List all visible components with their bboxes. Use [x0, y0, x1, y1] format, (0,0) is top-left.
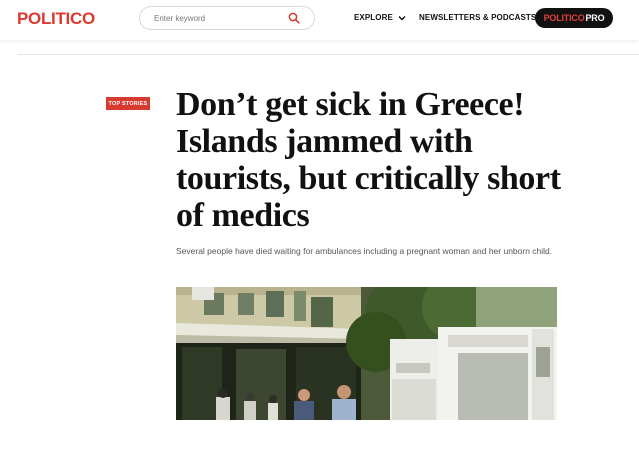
search-box[interactable] — [139, 6, 315, 30]
header-divider — [18, 54, 639, 55]
nav-explore-label: EXPLORE — [354, 13, 393, 22]
chevron-down-icon — [398, 15, 406, 20]
politico-logo[interactable]: POLITICO — [17, 9, 95, 29]
page: POLITICO EXPLORE NEWSLETTERS & PODCASTS … — [0, 0, 639, 472]
nav-newsletters-podcasts[interactable]: NEWSLETTERS & PODCASTS — [419, 13, 549, 22]
site-header: POLITICO EXPLORE NEWSLETTERS & PODCASTS … — [0, 0, 639, 40]
search-icon[interactable] — [288, 12, 300, 24]
pro-button-brand: POLITICO — [543, 13, 585, 23]
hero-photo — [176, 287, 557, 420]
search-input[interactable] — [154, 11, 284, 25]
nav-newsletters-label: NEWSLETTERS & PODCASTS — [419, 13, 537, 22]
pro-button-suffix: PRO — [585, 13, 605, 23]
article-hero-image[interactable] — [176, 287, 557, 420]
nav-explore[interactable]: EXPLORE — [354, 13, 406, 22]
article-headline[interactable]: Don’t get sick in Greece! Islands jammed… — [176, 86, 576, 234]
article-dek: Several people have died waiting for amb… — [176, 246, 553, 256]
politico-pro-button[interactable]: POLITICO PRO — [535, 8, 613, 28]
top-stories-badge[interactable]: TOP STORIES — [106, 97, 150, 110]
